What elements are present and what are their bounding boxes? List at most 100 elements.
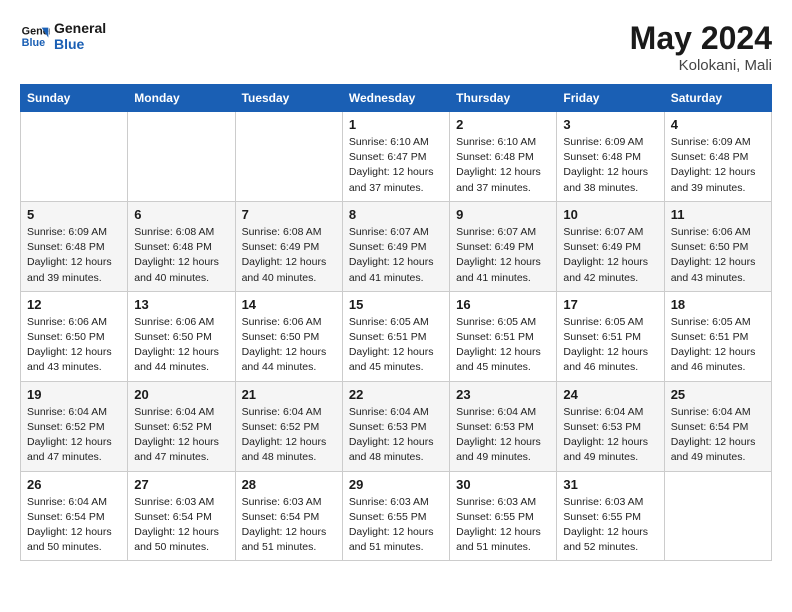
day-cell: 13Sunrise: 6:06 AM Sunset: 6:50 PM Dayli… (128, 291, 235, 381)
day-cell: 22 Sunrise: 6:04 AM Sunset: 6:53 PM Dayli… (342, 381, 449, 471)
column-header-wednesday: Wednesday (342, 85, 449, 112)
day-number: 10 (563, 207, 657, 222)
day-number: 23 (456, 387, 550, 402)
day-number: 14 (242, 297, 336, 312)
day-cell: 18Sunrise: 6:05 AM Sunset: 6:51 PM Dayli… (664, 291, 771, 381)
day-number: 7 (242, 207, 336, 222)
day-cell: 28 Sunrise: 6:03 AM Sunset: 6:54 PM Dayli… (235, 471, 342, 561)
day-number: 27 (134, 477, 228, 492)
day-cell: 16Sunrise: 6:05 AM Sunset: 6:51 PM Dayli… (450, 291, 557, 381)
title-block: May 2024 Kolokani, Mali (630, 20, 772, 74)
day-cell: 10 Sunrise: 6:07 AM Sunset: 6:49 PM Dayli… (557, 201, 664, 291)
day-cell: 15 Sunrise: 6:05 AM Sunset: 6:51 PM Dayli… (342, 291, 449, 381)
day-cell: 19Sunrise: 6:04 AM Sunset: 6:52 PM Dayli… (21, 381, 128, 471)
day-info: Sunrise: 6:08 AM Sunset: 6:49 PM Dayligh… (242, 225, 336, 286)
page-header: General Blue General Blue May 2024 Kolok… (20, 20, 772, 74)
calendar-title: May 2024 (630, 20, 772, 57)
day-number: 26 (27, 477, 121, 492)
day-cell (21, 112, 128, 202)
day-info: Sunrise: 6:03 AM Sunset: 6:54 PM Dayligh… (134, 495, 228, 556)
column-header-monday: Monday (128, 85, 235, 112)
day-cell: 31Sunrise: 6:03 AM Sunset: 6:55 PM Dayli… (557, 471, 664, 561)
day-info: Sunrise: 6:04 AM Sunset: 6:52 PM Dayligh… (134, 405, 228, 466)
day-info: Sunrise: 6:09 AM Sunset: 6:48 PM Dayligh… (27, 225, 121, 286)
day-info: Sunrise: 6:06 AM Sunset: 6:50 PM Dayligh… (27, 315, 121, 376)
day-info: Sunrise: 6:04 AM Sunset: 6:52 PM Dayligh… (27, 405, 121, 466)
day-cell: 9 Sunrise: 6:07 AM Sunset: 6:49 PM Daylig… (450, 201, 557, 291)
header-row: SundayMondayTuesdayWednesdayThursdayFrid… (21, 85, 772, 112)
day-info: Sunrise: 6:03 AM Sunset: 6:55 PM Dayligh… (563, 495, 657, 556)
day-info: Sunrise: 6:03 AM Sunset: 6:55 PM Dayligh… (349, 495, 443, 556)
day-cell: 20 Sunrise: 6:04 AM Sunset: 6:52 PM Dayli… (128, 381, 235, 471)
svg-text:Blue: Blue (22, 37, 45, 49)
day-info: Sunrise: 6:09 AM Sunset: 6:48 PM Dayligh… (671, 135, 765, 196)
day-number: 8 (349, 207, 443, 222)
day-info: Sunrise: 6:04 AM Sunset: 6:53 PM Dayligh… (456, 405, 550, 466)
day-number: 1 (349, 117, 443, 132)
logo-icon: General Blue (20, 21, 50, 51)
week-row-3: 12Sunrise: 6:06 AM Sunset: 6:50 PM Dayli… (21, 291, 772, 381)
day-info: Sunrise: 6:07 AM Sunset: 6:49 PM Dayligh… (563, 225, 657, 286)
day-cell: 11 Sunrise: 6:06 AM Sunset: 6:50 PM Dayli… (664, 201, 771, 291)
day-cell: 14Sunrise: 6:06 AM Sunset: 6:50 PM Dayli… (235, 291, 342, 381)
column-header-thursday: Thursday (450, 85, 557, 112)
day-number: 28 (242, 477, 336, 492)
day-cell: 21Sunrise: 6:04 AM Sunset: 6:52 PM Dayli… (235, 381, 342, 471)
logo-line1: General (54, 20, 106, 36)
day-info: Sunrise: 6:04 AM Sunset: 6:52 PM Dayligh… (242, 405, 336, 466)
day-cell: 23 Sunrise: 6:04 AM Sunset: 6:53 PM Dayli… (450, 381, 557, 471)
day-cell: 12Sunrise: 6:06 AM Sunset: 6:50 PM Dayli… (21, 291, 128, 381)
day-number: 9 (456, 207, 550, 222)
day-cell (128, 112, 235, 202)
calendar-table: SundayMondayTuesdayWednesdayThursdayFrid… (20, 84, 772, 561)
day-cell (235, 112, 342, 202)
column-header-friday: Friday (557, 85, 664, 112)
day-cell: 4 Sunrise: 6:09 AM Sunset: 6:48 PM Daylig… (664, 112, 771, 202)
day-cell: 1 Sunrise: 6:10 AM Sunset: 6:47 PM Daylig… (342, 112, 449, 202)
day-cell: 29 Sunrise: 6:03 AM Sunset: 6:55 PM Dayli… (342, 471, 449, 561)
day-info: Sunrise: 6:04 AM Sunset: 6:54 PM Dayligh… (27, 495, 121, 556)
logo: General Blue General Blue (20, 20, 106, 52)
day-number: 24 (563, 387, 657, 402)
day-cell (664, 471, 771, 561)
day-info: Sunrise: 6:05 AM Sunset: 6:51 PM Dayligh… (349, 315, 443, 376)
day-number: 17 (563, 297, 657, 312)
day-info: Sunrise: 6:04 AM Sunset: 6:54 PM Dayligh… (671, 405, 765, 466)
day-info: Sunrise: 6:10 AM Sunset: 6:47 PM Dayligh… (349, 135, 443, 196)
day-number: 29 (349, 477, 443, 492)
day-number: 4 (671, 117, 765, 132)
week-row-5: 26 Sunrise: 6:04 AM Sunset: 6:54 PM Dayli… (21, 471, 772, 561)
day-info: Sunrise: 6:03 AM Sunset: 6:55 PM Dayligh… (456, 495, 550, 556)
day-number: 5 (27, 207, 121, 222)
day-info: Sunrise: 6:09 AM Sunset: 6:48 PM Dayligh… (563, 135, 657, 196)
day-number: 16 (456, 297, 550, 312)
day-number: 22 (349, 387, 443, 402)
day-number: 11 (671, 207, 765, 222)
day-cell: 7 Sunrise: 6:08 AM Sunset: 6:49 PM Daylig… (235, 201, 342, 291)
day-info: Sunrise: 6:03 AM Sunset: 6:54 PM Dayligh… (242, 495, 336, 556)
day-cell: 24Sunrise: 6:04 AM Sunset: 6:53 PM Dayli… (557, 381, 664, 471)
day-info: Sunrise: 6:05 AM Sunset: 6:51 PM Dayligh… (563, 315, 657, 376)
day-cell: 26 Sunrise: 6:04 AM Sunset: 6:54 PM Dayli… (21, 471, 128, 561)
day-info: Sunrise: 6:04 AM Sunset: 6:53 PM Dayligh… (349, 405, 443, 466)
day-info: Sunrise: 6:07 AM Sunset: 6:49 PM Dayligh… (349, 225, 443, 286)
calendar-subtitle: Kolokani, Mali (630, 57, 772, 74)
day-number: 6 (134, 207, 228, 222)
day-number: 3 (563, 117, 657, 132)
day-number: 20 (134, 387, 228, 402)
day-info: Sunrise: 6:08 AM Sunset: 6:48 PM Dayligh… (134, 225, 228, 286)
day-cell: 5 Sunrise: 6:09 AM Sunset: 6:48 PM Daylig… (21, 201, 128, 291)
day-cell: 6 Sunrise: 6:08 AM Sunset: 6:48 PM Daylig… (128, 201, 235, 291)
column-header-saturday: Saturday (664, 85, 771, 112)
day-info: Sunrise: 6:06 AM Sunset: 6:50 PM Dayligh… (134, 315, 228, 376)
day-info: Sunrise: 6:06 AM Sunset: 6:50 PM Dayligh… (671, 225, 765, 286)
day-cell: 2Sunrise: 6:10 AM Sunset: 6:48 PM Daylig… (450, 112, 557, 202)
day-number: 25 (671, 387, 765, 402)
day-cell: 3 Sunrise: 6:09 AM Sunset: 6:48 PM Daylig… (557, 112, 664, 202)
day-cell: 25 Sunrise: 6:04 AM Sunset: 6:54 PM Dayli… (664, 381, 771, 471)
column-header-sunday: Sunday (21, 85, 128, 112)
day-info: Sunrise: 6:07 AM Sunset: 6:49 PM Dayligh… (456, 225, 550, 286)
day-number: 15 (349, 297, 443, 312)
week-row-2: 5 Sunrise: 6:09 AM Sunset: 6:48 PM Daylig… (21, 201, 772, 291)
week-row-1: 1 Sunrise: 6:10 AM Sunset: 6:47 PM Daylig… (21, 112, 772, 202)
